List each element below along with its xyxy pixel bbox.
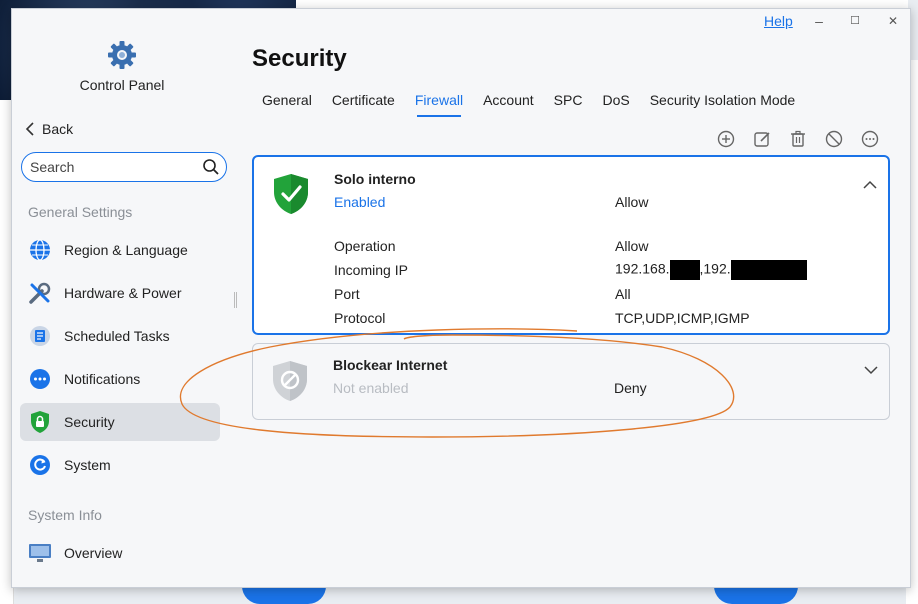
edit-icon[interactable]	[752, 129, 772, 149]
background-button	[242, 586, 326, 604]
back-button[interactable]: Back	[24, 121, 73, 137]
tab-firewall[interactable]: Firewall	[405, 91, 473, 117]
chat-bubble-icon	[28, 367, 52, 391]
rule-action: Allow	[615, 194, 649, 210]
control-panel-window: Help – ☐ ✕ Control Panel Back Search Gen…	[11, 8, 911, 588]
sidebar-item-scheduled-tasks[interactable]: Scheduled Tasks	[20, 317, 220, 355]
operation-label: Operation	[334, 238, 396, 254]
sidebar-resize-handle[interactable]	[234, 292, 237, 308]
more-icon[interactable]	[860, 129, 880, 149]
sidebar: Control Panel Back General Settings Regi…	[12, 9, 232, 587]
tab-bar: General Certificate Firewall Account SPC…	[252, 91, 805, 117]
tools-icon	[28, 281, 52, 305]
rule-name: Blockear Internet	[333, 357, 448, 373]
firewall-rule-card[interactable]: Blockear Internet Not enabled Deny	[252, 343, 890, 420]
operation-value: Allow	[615, 238, 649, 254]
search-input[interactable]	[30, 157, 200, 177]
sidebar-item-notifications[interactable]: Notifications	[20, 360, 220, 398]
app-title: Control Panel	[79, 77, 165, 93]
rule-status: Not enabled	[333, 380, 409, 396]
port-label: Port	[334, 286, 360, 302]
back-label: Back	[42, 121, 74, 137]
shield-check-icon	[274, 174, 308, 214]
sidebar-item-label: Scheduled Tasks	[64, 328, 170, 344]
sidebar-item-system[interactable]: System	[20, 446, 220, 484]
maximize-button[interactable]: ☐	[844, 11, 866, 31]
help-link[interactable]: Help	[764, 13, 793, 29]
firewall-rule-card[interactable]: Solo interno Enabled Allow Operation All…	[252, 155, 890, 335]
search-field[interactable]	[21, 152, 227, 182]
general-settings-heading: General Settings	[28, 204, 133, 220]
redaction-box	[669, 260, 700, 280]
incoming-ip-value: 192.168. ,192.	[615, 260, 807, 280]
sidebar-item-label: Overview	[64, 545, 123, 561]
rule-name: Solo interno	[334, 171, 416, 187]
chevron-up-icon[interactable]	[862, 177, 878, 193]
rule-status: Enabled	[334, 194, 386, 210]
add-icon[interactable]	[716, 129, 736, 149]
tab-security-isolation-mode[interactable]: Security Isolation Mode	[640, 91, 806, 117]
chevron-left-icon	[25, 122, 34, 136]
sidebar-item-security[interactable]: Security	[20, 403, 220, 441]
protocol-value: TCP,UDP,ICMP,IGMP	[615, 310, 750, 326]
sidebar-item-label: System	[64, 457, 111, 473]
sidebar-item-label: Security	[64, 414, 115, 430]
redaction-box	[730, 260, 807, 280]
tab-general[interactable]: General	[252, 91, 322, 117]
minimize-button[interactable]: –	[808, 11, 830, 31]
protocol-label: Protocol	[334, 310, 386, 326]
sidebar-item-region-language[interactable]: Region & Language	[20, 231, 220, 269]
sidebar-item-hardware-power[interactable]: Hardware & Power	[20, 274, 220, 312]
shield-disabled-icon	[273, 361, 307, 401]
tab-account[interactable]: Account	[473, 91, 544, 117]
gear-icon	[108, 41, 136, 69]
monitor-icon	[28, 541, 52, 565]
close-button[interactable]: ✕	[882, 11, 904, 31]
ip-prefix: ,192.	[699, 260, 731, 277]
delete-icon[interactable]	[788, 129, 808, 149]
refresh-icon	[28, 453, 52, 477]
background-button	[714, 586, 798, 604]
incoming-ip-label: Incoming IP	[334, 262, 408, 278]
page-title: Security	[252, 45, 347, 72]
sidebar-item-label: Region & Language	[64, 242, 188, 258]
rule-action: Deny	[614, 380, 647, 396]
shield-lock-icon	[28, 410, 52, 434]
ip-prefix: 192.168.	[615, 260, 670, 277]
chevron-down-icon[interactable]	[863, 362, 879, 378]
sidebar-item-overview[interactable]: Overview	[20, 534, 220, 572]
system-info-heading: System Info	[28, 507, 102, 523]
tab-certificate[interactable]: Certificate	[322, 91, 405, 117]
tab-spc[interactable]: SPC	[544, 91, 593, 117]
port-value: All	[615, 286, 631, 302]
globe-icon	[28, 238, 52, 262]
sidebar-item-label: Notifications	[64, 371, 141, 387]
tab-dos[interactable]: DoS	[592, 91, 639, 117]
rule-toolbar	[716, 129, 880, 149]
search-icon[interactable]	[202, 158, 220, 176]
disable-icon[interactable]	[824, 129, 844, 149]
sidebar-item-label: Hardware & Power	[64, 285, 182, 301]
tasks-icon	[28, 324, 52, 348]
